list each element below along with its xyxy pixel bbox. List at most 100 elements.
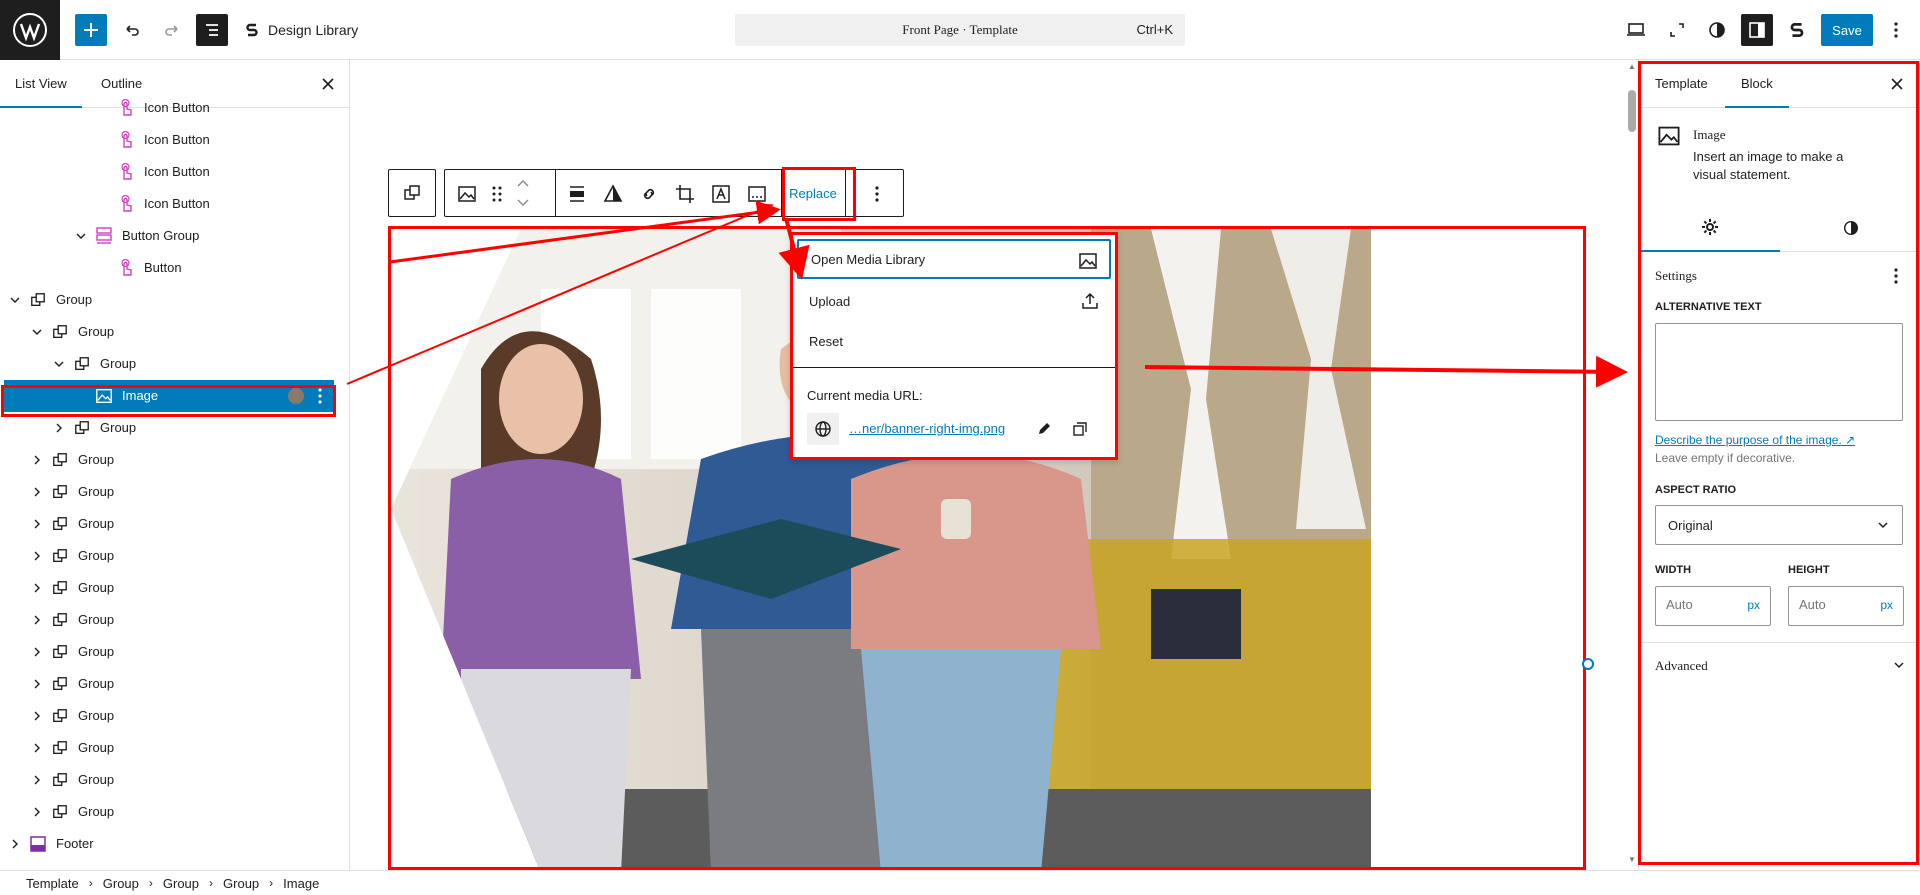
close-list-view-button[interactable]	[318, 74, 338, 94]
list-view-item-icon-button[interactable]: Button	[0, 252, 349, 284]
chevron-right-icon[interactable]	[8, 837, 22, 851]
chevron-down-icon[interactable]	[30, 325, 44, 339]
alt-text-help-link[interactable]: Describe the purpose of the image. ↗	[1655, 433, 1855, 447]
current-url-link[interactable]: …ner/banner-right-img.png	[849, 421, 1005, 436]
reset-item[interactable]: Reset	[797, 321, 1111, 361]
list-view-item-image[interactable]: Image	[4, 380, 334, 412]
list-view-item-group[interactable]: Group	[0, 700, 349, 732]
replace-button[interactable]: Replace	[783, 170, 843, 216]
chevron-right-icon[interactable]	[30, 773, 44, 787]
list-view-item-group[interactable]: Group	[0, 348, 349, 380]
move-down-button[interactable]	[511, 194, 535, 212]
list-view-item-group[interactable]: Group	[0, 508, 349, 540]
list-view-item-group[interactable]: Group	[0, 668, 349, 700]
styles-button[interactable]	[1701, 14, 1733, 46]
scroll-up-arrow[interactable]: ▲	[1628, 62, 1636, 71]
chevron-right-icon[interactable]	[30, 581, 44, 595]
chevron-right-icon[interactable]	[30, 453, 44, 467]
undo-button[interactable]	[116, 14, 148, 46]
add-block-button[interactable]	[75, 14, 107, 46]
list-view-item-icon-button[interactable]: Icon Button	[0, 156, 349, 188]
list-view-item-group[interactable]: Group	[0, 636, 349, 668]
advanced-panel-toggle[interactable]: Advanced	[1655, 658, 1708, 674]
chevron-right-icon[interactable]	[52, 421, 66, 435]
open-media-library-item[interactable]: Open Media Library	[797, 239, 1111, 279]
canvas-scrollbar[interactable]	[1628, 90, 1636, 132]
breadcrumb-item[interactable]: Image	[283, 876, 319, 891]
spectra-button[interactable]	[1781, 14, 1813, 46]
image-block-type-button[interactable]	[455, 182, 479, 206]
list-view-item-group[interactable]: Group	[0, 796, 349, 828]
chevron-right-icon[interactable]	[30, 677, 44, 691]
caption-button[interactable]	[745, 182, 769, 206]
align-button[interactable]	[565, 182, 589, 206]
width-field[interactable]: px	[1655, 586, 1771, 626]
upload-item[interactable]: Upload	[797, 281, 1111, 321]
aspect-ratio-select[interactable]: Original	[1655, 505, 1903, 545]
resize-handle[interactable]	[1582, 658, 1594, 670]
list-view-item-group[interactable]: Group	[0, 444, 349, 476]
list-view-item-group[interactable]: Group	[0, 284, 349, 316]
alt-text-textarea[interactable]	[1655, 323, 1903, 421]
list-view-item-footer[interactable]: Footer	[0, 828, 349, 860]
breadcrumb-item[interactable]: Template	[26, 876, 79, 891]
tab-styles[interactable]	[1780, 204, 1920, 252]
more-vertical-icon[interactable]	[318, 388, 324, 404]
chevron-down-icon[interactable]	[74, 229, 88, 243]
list-view-item-group[interactable]: Group	[0, 604, 349, 636]
preview-button[interactable]	[1620, 14, 1652, 46]
drag-handle[interactable]	[485, 182, 509, 206]
options-button[interactable]	[1880, 14, 1912, 46]
width-unit[interactable]: px	[1747, 598, 1760, 612]
height-field[interactable]: px	[1788, 586, 1904, 626]
list-view-item-icon-button[interactable]: Icon Button	[0, 124, 349, 156]
design-library-button[interactable]: Design Library	[244, 14, 358, 46]
chevron-right-icon[interactable]	[30, 709, 44, 723]
duotone-button[interactable]	[601, 182, 625, 206]
select-parent-button[interactable]	[388, 169, 436, 217]
document-overview-button[interactable]	[196, 14, 228, 46]
chevron-down-icon[interactable]	[1892, 658, 1906, 672]
settings-options-button[interactable]	[1886, 266, 1906, 286]
list-view-item-icon-button[interactable]: Icon Button	[0, 92, 349, 124]
list-view-item-group[interactable]: Group	[0, 572, 349, 604]
tab-block[interactable]: Block	[1725, 60, 1789, 108]
height-unit[interactable]: px	[1880, 598, 1893, 612]
move-up-button[interactable]	[511, 174, 535, 192]
copy-url-button[interactable]	[1070, 419, 1090, 439]
width-input[interactable]	[1666, 597, 1736, 612]
list-view-item-group[interactable]: Group	[0, 764, 349, 796]
chevron-right-icon[interactable]	[30, 805, 44, 819]
chevron-down-icon[interactable]	[8, 293, 22, 307]
list-view-item-group[interactable]: Group	[0, 476, 349, 508]
list-view-item-group[interactable]: Group	[0, 540, 349, 572]
save-button[interactable]: Save	[1821, 14, 1873, 46]
tab-template[interactable]: Template	[1639, 60, 1724, 108]
crop-button[interactable]	[673, 182, 697, 206]
breadcrumb-item[interactable]: Group	[223, 876, 259, 891]
tab-settings[interactable]	[1639, 204, 1780, 252]
height-input[interactable]	[1799, 597, 1869, 612]
chevron-right-icon[interactable]	[30, 549, 44, 563]
command-palette-button[interactable]: Front Page · Template Ctrl+K	[735, 14, 1185, 46]
link-button[interactable]	[637, 182, 661, 206]
chevron-right-icon[interactable]	[30, 485, 44, 499]
edit-url-button[interactable]	[1034, 419, 1054, 439]
settings-button[interactable]	[1741, 14, 1773, 46]
wordpress-icon[interactable]	[0, 0, 60, 60]
redo-button[interactable]	[156, 14, 188, 46]
chevron-right-icon[interactable]	[30, 517, 44, 531]
chevron-right-icon[interactable]	[30, 645, 44, 659]
text-overlay-button[interactable]	[709, 182, 733, 206]
list-view-item-group[interactable]: Group	[0, 316, 349, 348]
chevron-right-icon[interactable]	[30, 613, 44, 627]
list-view-item-group[interactable]: Group	[0, 732, 349, 764]
chevron-down-icon[interactable]	[52, 357, 66, 371]
chevron-right-icon[interactable]	[30, 741, 44, 755]
list-view-item-icon-button[interactable]: Icon Button	[0, 188, 349, 220]
breadcrumb-item[interactable]: Group	[103, 876, 139, 891]
block-options-button[interactable]	[865, 182, 889, 206]
close-sidebar-button[interactable]	[1887, 74, 1907, 94]
breadcrumb-item[interactable]: Group	[163, 876, 199, 891]
list-view-item-button-group[interactable]: Button Group	[0, 220, 349, 252]
